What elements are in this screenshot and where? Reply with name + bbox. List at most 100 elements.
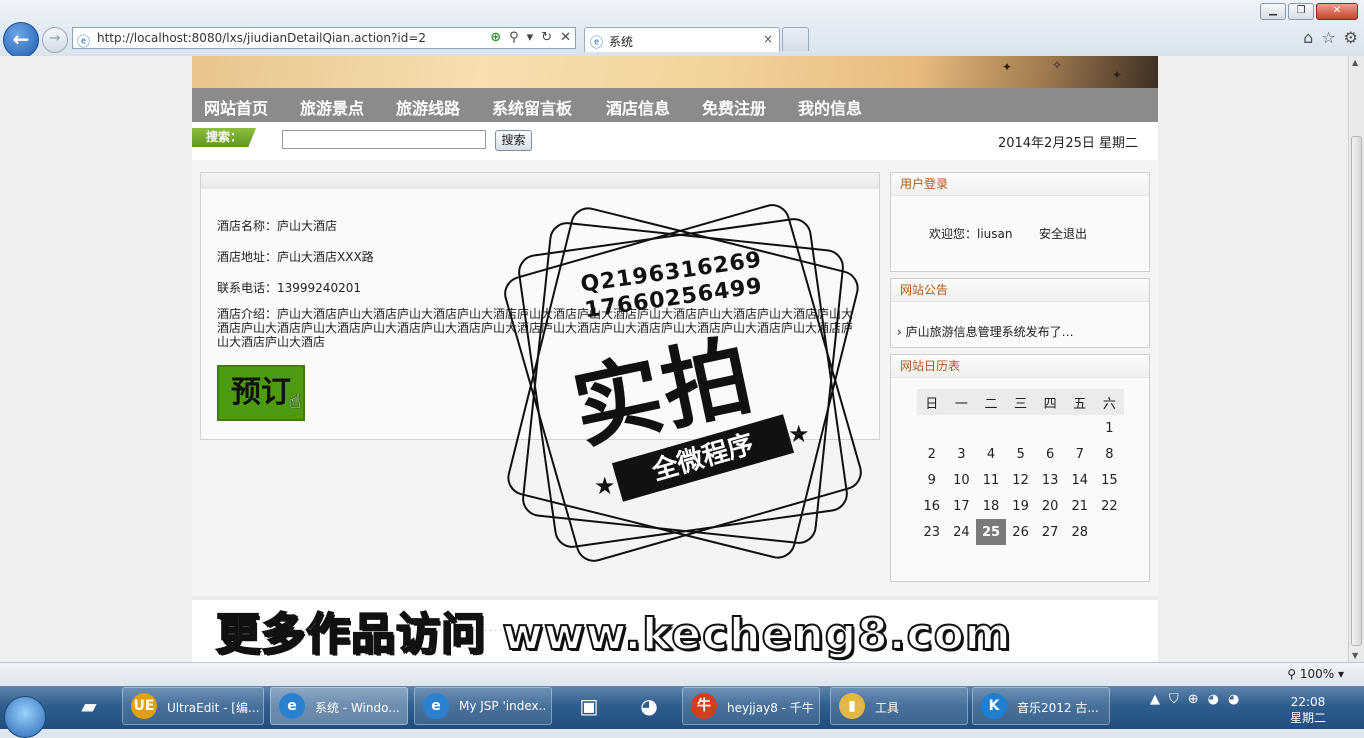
calendar-day[interactable]: 21 — [1065, 493, 1095, 519]
calendar-day[interactable]: 9 — [917, 467, 947, 493]
search-input[interactable] — [282, 130, 486, 149]
qq-tray-icon[interactable]: ◕ — [1208, 692, 1219, 707]
notice-item[interactable]: › 庐山旅游信息管理系统发布了… — [897, 323, 1074, 340]
network-pin-icon[interactable]: ▣ — [574, 691, 604, 721]
calendar-day[interactable]: 8 — [1095, 441, 1125, 467]
ie-tab-icon: ⓔ — [590, 36, 604, 51]
nav-routes[interactable]: 旅游线路 — [396, 95, 460, 119]
calendar-day[interactable]: 11 — [976, 467, 1006, 493]
taskbar-item[interactable]: UE UltraEdit - [编... — [122, 687, 264, 725]
web-page: ✦ ✧ ✦ 网站首页 旅游景点 旅游线路 系统留言板 酒店信息 免费注册 我的信… — [192, 56, 1158, 662]
calendar-day[interactable]: 23 — [917, 519, 947, 545]
arrow-right-icon: → — [49, 31, 61, 46]
logout-link[interactable]: 安全退出 — [1039, 225, 1087, 242]
calendar-day[interactable]: 16 — [917, 493, 947, 519]
calendar-day[interactable]: 27 — [1035, 519, 1065, 545]
tab-active[interactable]: ⓔ 系统 × — [584, 27, 780, 52]
explorer-pin-icon[interactable]: ▰ — [74, 691, 104, 721]
home-icon[interactable]: ⌂ — [1303, 28, 1313, 47]
calendar-day — [976, 415, 1006, 441]
calendar-day[interactable]: 5 — [1006, 441, 1036, 467]
calendar-day[interactable]: 26 — [1006, 519, 1036, 545]
tray-expand-icon[interactable]: ▲ — [1150, 692, 1160, 707]
calendar-day[interactable]: 18 — [976, 493, 1006, 519]
calendar-week-row: 9 10 11 12 13 14 15 — [917, 467, 1124, 493]
calendar-day[interactable]: 20 — [1035, 493, 1065, 519]
calendar-day[interactable]: 4 — [976, 441, 1006, 467]
weekday-cell: 六 — [1094, 389, 1125, 415]
clock-time: 22:08 — [1290, 695, 1326, 709]
calendar-week-row: 16 17 18 19 20 21 22 — [917, 493, 1124, 519]
calendar-day[interactable]: 25 — [976, 519, 1006, 545]
notice-item-text[interactable]: 庐山旅游信息管理系统发布了… — [906, 325, 1074, 339]
nav-my-info[interactable]: 我的信息 — [798, 95, 862, 119]
taskbar-app-icon: e — [279, 693, 305, 719]
taskbar-item[interactable]: ▮ 工具 — [830, 687, 968, 725]
qq-pin-icon[interactable]: ◕ — [634, 691, 664, 721]
hotel-address: 酒店地址：庐山大酒店XXX路 — [217, 250, 374, 264]
calendar-day[interactable]: 19 — [1006, 493, 1036, 519]
welcome-text: 欢迎您：liusan — [929, 227, 1013, 241]
page-viewport: ✦ ✧ ✦ 网站首页 旅游景点 旅游线路 系统留言板 酒店信息 免费注册 我的信… — [0, 56, 1348, 662]
add-favorite-icon[interactable]: ⊕ — [490, 30, 501, 45]
calendar-day — [917, 415, 947, 441]
back-button[interactable]: ← — [3, 22, 39, 58]
ie-page-icon: ⓔ — [77, 35, 91, 50]
qq-tray-icon[interactable]: ◕ — [1228, 692, 1239, 707]
tab-close-button[interactable]: × — [763, 32, 773, 46]
forward-button[interactable]: → — [42, 27, 68, 53]
clock[interactable]: 22:08 星期二 — [1290, 694, 1326, 726]
taskbar-item-label: 音乐2012 古... — [1017, 701, 1099, 715]
search-button[interactable]: 搜索 — [495, 130, 532, 151]
nav-scenic-spots[interactable]: 旅游景点 — [300, 95, 364, 119]
close-window-button[interactable]: ✕ — [1316, 3, 1358, 20]
vertical-scrollbar[interactable]: ▲ ▼ — [1348, 56, 1364, 662]
calendar-day[interactable]: 17 — [947, 493, 977, 519]
calendar-day[interactable]: 1 — [1095, 415, 1125, 441]
calendar-day[interactable]: 24 — [947, 519, 977, 545]
nav-home[interactable]: 网站首页 — [204, 95, 268, 119]
calendar-day[interactable]: 22 — [1095, 493, 1125, 519]
shield-icon[interactable]: ⛉ — [1169, 692, 1179, 707]
restore-button[interactable]: ❐ — [1288, 3, 1314, 20]
nav-register[interactable]: 免费注册 — [702, 95, 766, 119]
nav-guestbook[interactable]: 系统留言板 — [492, 95, 572, 119]
start-button[interactable] — [4, 696, 46, 738]
search-label: 搜索： — [192, 128, 256, 147]
minimize-button[interactable]: ▁ — [1260, 3, 1286, 20]
gear-icon[interactable]: ⚙ — [1344, 28, 1358, 47]
address-bar[interactable]: ⓔ http://localhost:8080/lxs/jiudianDetai… — [72, 27, 576, 50]
calendar-day[interactable]: 3 — [947, 441, 977, 467]
taskbar-item[interactable]: 牛 heyjjay8 - 千牛 — [682, 687, 820, 725]
status-bar: ⚲ 100% ▾ — [0, 662, 1364, 686]
scroll-up-icon[interactable]: ▲ — [1352, 58, 1358, 67]
zoom-control[interactable]: ⚲ 100% ▾ — [1287, 667, 1344, 681]
calendar-day[interactable]: 28 — [1065, 519, 1095, 545]
taskbar-item[interactable]: e 系统 - Windo... — [270, 687, 408, 725]
refresh-icon[interactable]: ↻ — [541, 30, 552, 45]
favorites-star-icon[interactable]: ☆ — [1321, 28, 1335, 47]
calendar-day[interactable]: 14 — [1065, 467, 1095, 493]
search-icon[interactable]: ⚲ — [509, 30, 519, 45]
zoom-icon: ⚲ — [1287, 667, 1297, 681]
calendar-day[interactable]: 12 — [1006, 467, 1036, 493]
calendar-day[interactable]: 15 — [1095, 467, 1125, 493]
scrollbar-thumb[interactable] — [1351, 136, 1362, 646]
scroll-down-icon[interactable]: ▼ — [1352, 651, 1358, 660]
calendar-day[interactable]: 7 — [1065, 441, 1095, 467]
new-tab-button[interactable] — [782, 27, 809, 51]
calendar-panel: 网站日历表 日 一 二 三 四 五 六 1 2 3 4 5 6 7 8 9 10 11 12 — [890, 354, 1150, 582]
address-url[interactable]: http://localhost:8080/lxs/jiudianDetailQ… — [97, 31, 426, 45]
dropdown-icon[interactable]: ▾ — [527, 30, 534, 45]
address-bar-tools: ⊕ ⚲ ▾ ↻ ✕ — [490, 30, 571, 45]
calendar-day[interactable]: 6 — [1035, 441, 1065, 467]
taskbar-item[interactable]: K 音乐2012 古... — [972, 687, 1110, 725]
taskbar-item[interactable]: e My JSP 'index... — [414, 687, 552, 725]
calendar-day[interactable]: 2 — [917, 441, 947, 467]
hotel-phone: 联系电话：13999240201 — [217, 281, 361, 295]
calendar-day[interactable]: 10 — [947, 467, 977, 493]
stop-icon[interactable]: ✕ — [560, 30, 571, 45]
calendar-day[interactable]: 13 — [1035, 467, 1065, 493]
plus-tray-icon[interactable]: ⊕ — [1188, 692, 1199, 707]
nav-hotels[interactable]: 酒店信息 — [606, 95, 670, 119]
